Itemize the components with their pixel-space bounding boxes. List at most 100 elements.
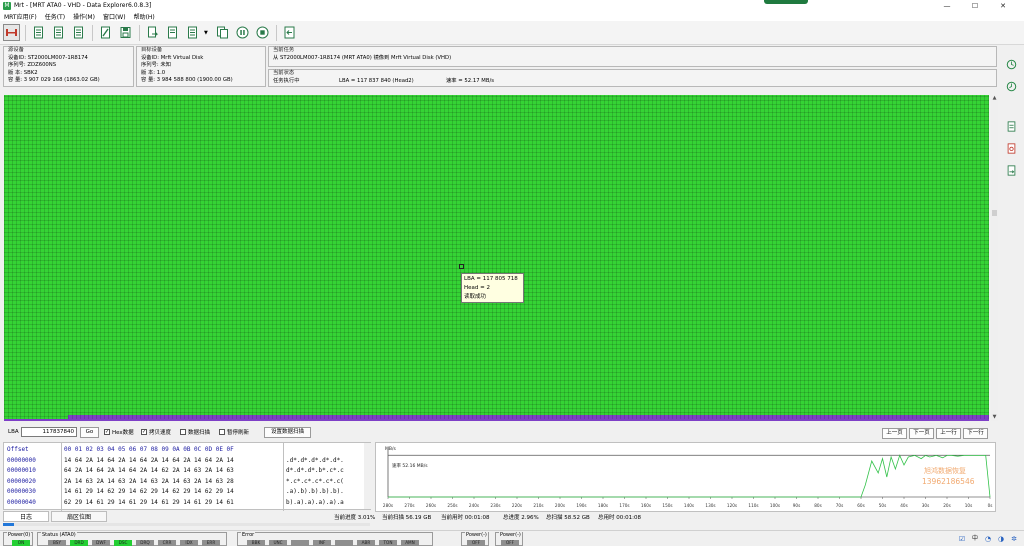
current-status-header: 当前状态 [273,70,295,76]
hex-header-offset: Offset [7,446,29,453]
doc-flow-button[interactable] [144,24,161,41]
menu-operation[interactable]: 操作(M) [73,12,95,21]
prev-row-button[interactable]: 上一行 [936,428,961,439]
side-report-button[interactable] [1005,142,1018,155]
sector-tooltip: LBA = 117 805 718 Head = 2 读取成功 [461,273,524,303]
chart-x-tick-label: 40s [900,503,908,508]
source-device-version: 版 本: SBK2 [8,69,38,76]
chart-x-tick-label: 150s [662,503,672,508]
hex-scrollbar[interactable] [364,443,371,509]
volume-icon[interactable]: ◑ [996,534,1006,544]
save-button[interactable] [117,24,134,41]
stop-button[interactable] [254,24,271,41]
doc1-button[interactable] [30,24,47,41]
tab-sector-map[interactable]: 扇区位图 [51,511,107,522]
hex-header-bytes: 00 01 02 03 04 05 06 07 08 09 0A 0B 0C 0… [64,446,234,453]
status-led: OFF [467,540,485,546]
pause-refresh-checkbox[interactable]: 暂停刷新 [219,428,249,436]
go-button[interactable]: Go [80,427,99,438]
scroll-down-icon[interactable]: ▼ [991,414,998,421]
total-progress-text: 总进度 2.96% [503,515,539,521]
led-group-title: Power(0) [7,532,32,538]
menu-mrt-app[interactable]: MRT应用(F) [4,12,37,21]
scroll-up-icon[interactable]: ▲ [991,95,998,102]
hex-view-panel[interactable]: Offset 00 01 02 03 04 05 06 07 08 09 0A … [3,442,371,511]
pause-button[interactable] [234,24,251,41]
status-led: BBK [247,540,265,546]
document-icon [34,26,43,39]
copy-speed-checkbox[interactable]: ✓ 拷贝速度 [141,428,171,436]
chart-series-line [388,454,991,498]
floating-tab-handle[interactable] [764,0,808,4]
chart-x-tick-label: 200s [555,503,565,508]
pause-icon [236,26,249,39]
target-device-serial: 序列号: 未知 [141,62,171,68]
ime-indicator[interactable]: 中 [970,534,980,544]
document-icon [74,26,83,39]
current-status-panel: 当前状态 任务执行中 LBA = 117 837 840 (Head2) 速率 … [268,69,997,87]
stop-icon [256,26,269,39]
hex-data-check-icon: ✓ [104,429,110,435]
list-doc-icon [188,26,197,39]
chart-x-tick-label: 70s [836,503,844,508]
side-toolbar [1003,58,1021,178]
settings-icon[interactable]: ✲ [1009,534,1019,544]
minimize-button[interactable]: — [932,0,962,11]
selected-sector-cell[interactable] [459,264,464,269]
side-history-button[interactable] [1005,80,1018,93]
current-elapsed-text: 当前用时 00:01:08 [441,515,490,521]
exit-button[interactable] [281,24,298,41]
hex-data-label: Hex数据 [112,430,134,436]
target-device-version: 版 本: 1.0 [141,69,166,76]
export-doc-icon [1007,165,1016,176]
hex-row-ascii: b).a).a).a).a).a [286,498,344,506]
status-led [291,540,309,546]
side-export-button[interactable] [1005,164,1018,177]
side-refresh-button[interactable] [1005,58,1018,71]
disk-io-icon [6,29,17,36]
edit-button[interactable] [97,24,114,41]
speed-chart-svg: MB/s 速率 52.16 MB/s 280s 270s 260s 250s 240s 230… [383,446,993,508]
scroll-thumb[interactable] [992,210,997,216]
led-group: Error BBK UNC INF ABR TON AMN [237,532,433,546]
wifi-icon[interactable]: ◔ [983,534,993,544]
copy-button[interactable] [214,24,231,41]
doc-search-button[interactable] [164,24,181,41]
tab-log[interactable]: 日志 [3,511,49,522]
menu-window[interactable]: 窗口(W) [103,12,126,21]
next-page-button[interactable]: 下一页 [909,428,934,439]
doc3-button[interactable] [70,24,87,41]
chart-x-tick-label: 170s [619,503,629,508]
chart-legend: 速率 52.16 MB/s [392,462,428,469]
list-doc-button[interactable] [184,24,201,41]
lba-input[interactable]: 117837840 [21,427,77,437]
checkbox-icon[interactable]: ☑ [957,534,967,544]
set-data-scan-button[interactable]: 设置数据扫描 [264,427,311,438]
hex-row-offset: 00000020 [7,477,36,485]
current-task-description: 从 ST2000LM007-1R8174 (MRT ATA0) 镜像到 Mrft… [273,54,452,61]
led-group-title: Error [241,532,256,538]
sector-map-grid[interactable] [4,95,989,421]
chart-x-tick-label: 250s [447,503,457,508]
menu-help[interactable]: 帮助(H) [134,12,155,21]
hex-data-checkbox[interactable]: ✓ Hex数据 [104,428,134,436]
menu-task[interactable]: 任务(T) [45,12,65,21]
disk-io-button[interactable] [3,24,20,41]
copy-speed-label: 拷贝速度 [149,430,172,436]
dropdown-icon[interactable]: ▼ [204,30,210,36]
next-row-button[interactable]: 下一行 [963,428,988,439]
data-scan-checkbox[interactable]: 数据扫描 [180,428,210,436]
chart-x-tick-label: 230s [490,503,500,508]
sector-map-scrollbar[interactable]: ▲ ▼ [991,95,998,421]
maximize-button[interactable]: ☐ [960,0,990,11]
tooltip-lba: LBA = 117 805 718 [464,276,518,282]
prev-page-button[interactable]: 上一页 [882,428,907,439]
chart-x-tick-label: 80s [814,503,822,508]
source-device-capacity: 容 量: 3 907 029 168 (1863.02 GB) [8,77,100,83]
side-doc-button[interactable] [1005,120,1018,133]
status-led: AMN [401,540,419,546]
data-scan-label: 数据扫描 [188,430,211,436]
close-button[interactable]: ✕ [988,0,1018,11]
status-led: IDX [180,540,198,546]
doc2-button[interactable] [50,24,67,41]
